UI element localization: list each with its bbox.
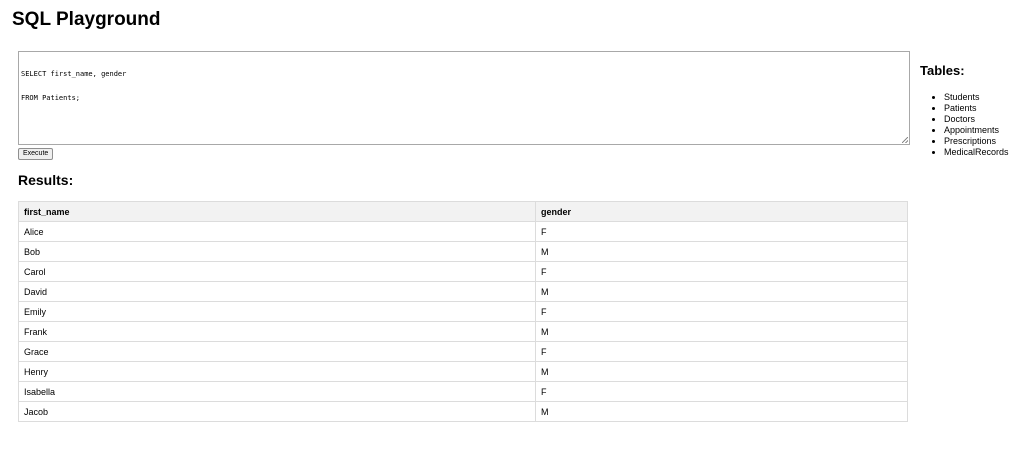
resize-grip-icon[interactable] (902, 137, 908, 143)
results-table: first_name gender Alice F Bob M Carol F … (18, 201, 908, 422)
table-list-item-doctors: Doctors (944, 114, 1024, 125)
table-row: Isabella F (18, 381, 908, 402)
table-list-item-prescriptions: Prescriptions (944, 136, 1024, 147)
cell-gender: F (535, 301, 908, 322)
column-header-gender: gender (535, 201, 908, 222)
table-row: Grace F (18, 341, 908, 362)
cell-first-name: Henry (18, 361, 536, 382)
page-title: SQL Playground (12, 9, 161, 30)
cell-first-name: Jacob (18, 401, 536, 422)
cell-gender: M (535, 321, 908, 342)
table-row: Henry M (18, 361, 908, 382)
table-list-item-students: Students (944, 92, 1024, 103)
query-line: SELECT first_name, gender (21, 70, 127, 78)
sql-query-editor[interactable]: SELECT first_name, gender FROM Patients; (18, 51, 910, 145)
cell-gender: M (535, 361, 908, 382)
table-list-item-patients: Patients (944, 103, 1024, 114)
table-list-item-appointments: Appointments (944, 125, 1024, 136)
query-line: FROM Patients; (21, 94, 81, 102)
cell-first-name: Emily (18, 301, 536, 322)
cell-first-name: Carol (18, 261, 536, 282)
table-row: David M (18, 281, 908, 302)
table-header-row: first_name gender (18, 201, 908, 222)
table-row: Bob M (18, 241, 908, 262)
cell-first-name: Grace (18, 341, 536, 362)
tables-heading: Tables: (920, 63, 965, 78)
cell-gender: F (535, 221, 908, 242)
tables-list: Students Patients Doctors Appointments P… (920, 92, 1024, 158)
table-row: Frank M (18, 321, 908, 342)
cell-gender: M (535, 241, 908, 262)
cell-first-name: David (18, 281, 536, 302)
cell-gender: F (535, 381, 908, 402)
table-row: Emily F (18, 301, 908, 322)
cell-gender: M (535, 281, 908, 302)
tables-panel: Tables: Students Patients Doctors Appoin… (920, 63, 1024, 158)
cell-gender: M (535, 401, 908, 422)
results-heading: Results: (18, 172, 74, 188)
table-list-item-medicalrecords: MedicalRecords (944, 147, 1024, 158)
table-row: Jacob M (18, 401, 908, 422)
column-header-first-name: first_name (18, 201, 536, 222)
cell-gender: F (535, 261, 908, 282)
cell-gender: F (535, 341, 908, 362)
table-row: Carol F (18, 261, 908, 282)
table-row: Alice F (18, 221, 908, 242)
cell-first-name: Isabella (18, 381, 536, 402)
cell-first-name: Bob (18, 241, 536, 262)
cell-first-name: Frank (18, 321, 536, 342)
execute-button[interactable]: Execute (18, 148, 54, 160)
cell-first-name: Alice (18, 221, 536, 242)
